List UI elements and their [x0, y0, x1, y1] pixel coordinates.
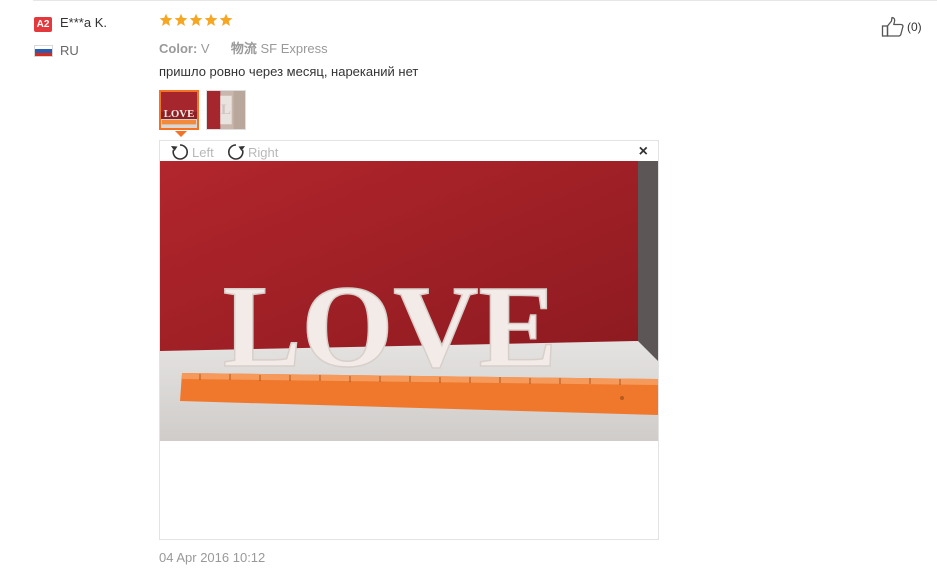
close-viewer-button[interactable]: ×: [639, 144, 648, 160]
buyer-level-badge: A2: [34, 17, 52, 32]
rotate-left-label: Left: [192, 144, 214, 160]
russia-flag-icon: [34, 45, 53, 57]
image-viewer: Left Right × LOVE: [159, 140, 659, 540]
logistics-label: 物流: [230, 41, 257, 56]
color-value: V: [200, 41, 210, 56]
review-meta: Color: V 物流 SF Express: [159, 38, 328, 57]
review-date: 04 Apr 2016 10:12: [159, 550, 266, 565]
rotate-left-button[interactable]: Left: [170, 142, 214, 162]
thumbnail-selected-caret: [175, 131, 187, 137]
rotate-right-label: Right: [248, 144, 279, 160]
star-rating: [159, 13, 234, 31]
svg-text:L: L: [221, 101, 231, 118]
helpful-button[interactable]: (0): [881, 16, 922, 38]
thumbs-up-icon: [881, 16, 904, 37]
star-icon: [189, 13, 203, 26]
svg-text:LOVE: LOVE: [164, 108, 195, 120]
rotate-right-icon: [228, 144, 245, 160]
review-text: пришло ровно через месяц, нареканий нет: [159, 64, 419, 79]
star-icon: [204, 13, 218, 26]
thumbnail-love-letters[interactable]: LOVE: [159, 90, 199, 130]
photo-letters: LOVE: [223, 261, 557, 392]
reviewer-country: RU: [60, 43, 79, 58]
star-icon: [159, 13, 173, 26]
star-icon: [219, 13, 233, 26]
color-label: Color:: [159, 41, 198, 56]
thumbnail-image: L: [207, 91, 245, 129]
thumbnail-image: LOVE: [161, 92, 197, 128]
helpful-count: (0): [907, 20, 922, 34]
top-divider: [33, 0, 937, 1]
logistics-value: SF Express: [260, 41, 328, 56]
review-photo-image: LOVE: [160, 161, 658, 441]
rotate-right-button[interactable]: Right: [226, 142, 278, 162]
star-icon: [174, 13, 188, 26]
review-photo: LOVE: [160, 161, 658, 441]
thumbnail-letter-l[interactable]: L: [206, 90, 246, 130]
reviewer-name: E***a K.: [60, 15, 107, 30]
rotate-left-icon: [171, 144, 188, 160]
